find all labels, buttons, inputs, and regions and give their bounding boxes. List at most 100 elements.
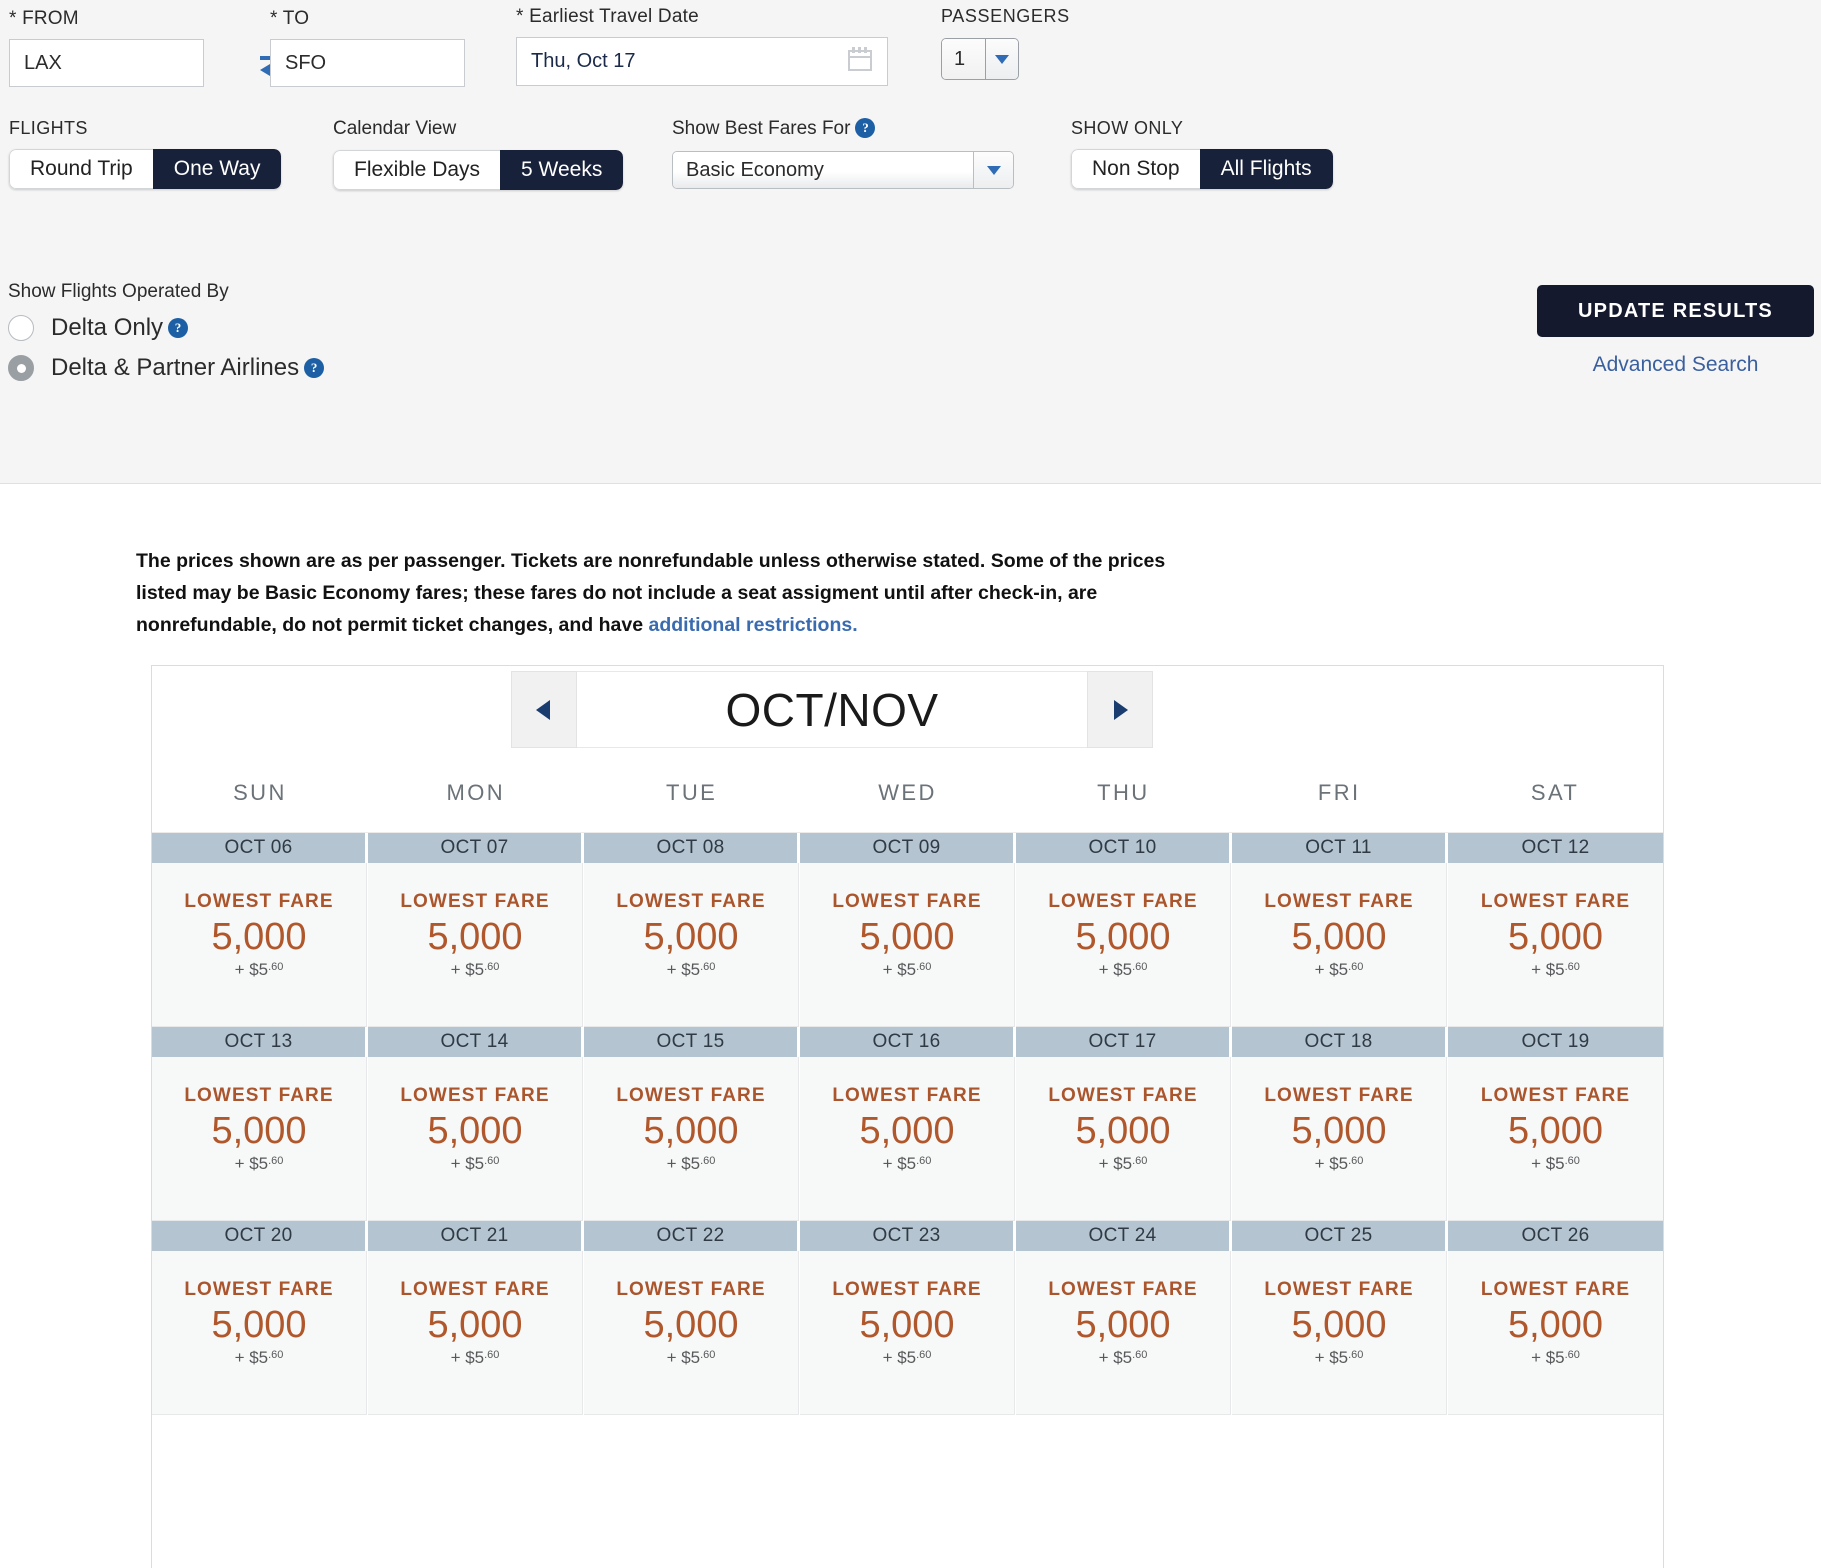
to-field-group: * TO SFO xyxy=(270,8,465,87)
lowest-fare-label: LOWEST FARE xyxy=(1480,1279,1631,1300)
radio-delta-only-label: Delta Only xyxy=(51,314,164,341)
chevron-down-icon[interactable] xyxy=(985,39,1018,79)
calendar-fare-cell[interactable]: LOWEST FARE 5,000 + $5.60 xyxy=(584,863,799,1027)
calendar-prev-button[interactable] xyxy=(511,671,577,748)
fare-taxes-value: + $5.60 xyxy=(584,1154,798,1174)
calendar-fare-cell[interactable]: LOWEST FARE 5,000 + $5.60 xyxy=(1232,863,1447,1027)
calendar-day-column: OCT 21 LOWEST FARE 5,000 + $5.60 xyxy=(368,1221,584,1415)
calendar-day-column: OCT 20 LOWEST FARE 5,000 + $5.60 xyxy=(152,1221,368,1415)
fare-taxes-dollars: + $5 xyxy=(882,960,917,979)
calendar-fare-cell[interactable]: LOWEST FARE 5,000 + $5.60 xyxy=(152,1057,367,1221)
to-label: * TO xyxy=(270,8,310,29)
calendar-fare-cell[interactable]: LOWEST FARE 5,000 + $5.60 xyxy=(1016,1251,1231,1415)
fare-taxes-dollars: + $5 xyxy=(450,960,485,979)
fare-taxes-cents: .60 xyxy=(700,1155,716,1167)
calendar-fare-cell[interactable]: LOWEST FARE 5,000 + $5.60 xyxy=(1448,1251,1663,1415)
best-fares-select[interactable]: Basic Economy xyxy=(672,151,1014,189)
calendar-fare-cell[interactable]: LOWEST FARE 5,000 + $5.60 xyxy=(152,1251,367,1415)
calendar-fare-cell[interactable]: LOWEST FARE 5,000 + $5.60 xyxy=(1016,1057,1231,1221)
calendar-date-band: OCT 13 xyxy=(152,1027,367,1057)
fare-taxes-value: + $5.60 xyxy=(368,1348,582,1368)
calendar-fare-cell[interactable]: LOWEST FARE 5,000 + $5.60 xyxy=(584,1057,799,1221)
calendar-fare-cell[interactable]: LOWEST FARE 5,000 + $5.60 xyxy=(1448,1057,1663,1221)
calendar-date-band: OCT 17 xyxy=(1016,1027,1231,1057)
calendar-fare-cell[interactable]: LOWEST FARE 5,000 + $5.60 xyxy=(152,863,367,1027)
lowest-fare-label: LOWEST FARE xyxy=(1480,1085,1631,1106)
calendar-fare-cell[interactable]: LOWEST FARE 5,000 + $5.60 xyxy=(368,863,583,1027)
fare-miles-value: 5,000 xyxy=(1291,916,1387,958)
delta-only-help-icon[interactable]: ? xyxy=(168,318,189,338)
calendar-day-column: OCT 07 LOWEST FARE 5,000 + $5.60 xyxy=(368,833,584,1027)
fare-taxes-value: + $5.60 xyxy=(1232,1348,1446,1368)
lowest-fare-label: LOWEST FARE xyxy=(1048,1085,1198,1106)
calendar-week-row: OCT 13 LOWEST FARE 5,000 + $5.60 OCT 14 LOWES… xyxy=(152,1027,1663,1221)
calendar-fare-cell[interactable]: LOWEST FARE 5,000 + $5.60 xyxy=(368,1057,583,1221)
update-results-button[interactable]: UPDATE RESULTS xyxy=(1537,285,1814,337)
to-input[interactable]: SFO xyxy=(270,39,465,87)
lowest-fare-label: LOWEST FARE xyxy=(832,1085,982,1106)
calendar-fare-cell[interactable]: LOWEST FARE 5,000 + $5.60 xyxy=(584,1251,799,1415)
calendar-fare-cell[interactable]: LOWEST FARE 5,000 + $5.60 xyxy=(1448,863,1663,1027)
calendar-view-option-flexible-days[interactable]: Flexible Days xyxy=(333,150,501,190)
flights-option-one-way[interactable]: One Way xyxy=(152,149,282,189)
lowest-fare-label: LOWEST FARE xyxy=(1048,1279,1198,1300)
from-label: * FROM xyxy=(9,8,79,29)
fare-taxes-value: + $5.60 xyxy=(1448,1154,1663,1174)
fare-taxes-dollars: + $5 xyxy=(450,1348,485,1367)
calendar-date-band: OCT 18 xyxy=(1232,1027,1447,1057)
fare-taxes-dollars: + $5 xyxy=(1098,1154,1133,1173)
date-field-group: * Earliest Travel Date Thu, Oct 17 xyxy=(516,6,888,86)
calendar-view-label: Calendar View xyxy=(333,118,457,139)
calendar-view-option-5-weeks[interactable]: 5 Weeks xyxy=(500,150,624,190)
calendar-date-band: OCT 22 xyxy=(584,1221,799,1251)
fare-taxes-dollars: + $5 xyxy=(234,960,269,979)
fare-taxes-value: + $5.60 xyxy=(152,1348,366,1368)
calendar-day-column: OCT 14 LOWEST FARE 5,000 + $5.60 xyxy=(368,1027,584,1221)
lowest-fare-label: LOWEST FARE xyxy=(1048,891,1198,912)
fare-taxes-dollars: + $5 xyxy=(1314,1154,1349,1173)
show-only-option-non-stop[interactable]: Non Stop xyxy=(1071,149,1200,189)
fare-taxes-dollars: + $5 xyxy=(234,1154,269,1173)
calendar-fare-cell[interactable]: LOWEST FARE 5,000 + $5.60 xyxy=(1232,1057,1447,1221)
radio-delta-only[interactable]: Delta Only ? xyxy=(8,314,324,342)
flights-segmented-control: Round Trip One Way xyxy=(9,149,282,189)
radio-delta-and-partner[interactable]: Delta & Partner Airlines ? xyxy=(8,354,325,382)
calendar-fare-cell[interactable]: LOWEST FARE 5,000 + $5.60 xyxy=(800,863,1015,1027)
radio-icon-checked[interactable] xyxy=(8,355,34,381)
passengers-label: PASSENGERS xyxy=(941,6,1070,26)
calendar-icon[interactable] xyxy=(846,45,874,78)
best-fares-label: Show Best Fares For xyxy=(672,118,851,139)
additional-restrictions-link[interactable]: additional restrictions. xyxy=(649,614,858,636)
calendar-next-button[interactable] xyxy=(1087,671,1153,748)
flights-option-round-trip[interactable]: Round Trip xyxy=(9,149,153,189)
fare-taxes-cents: .60 xyxy=(1564,961,1580,973)
chevron-down-icon[interactable] xyxy=(973,152,1013,188)
calendar-date-band: OCT 26 xyxy=(1448,1221,1663,1251)
fare-miles-value: 5,000 xyxy=(211,1110,307,1152)
radio-delta-and-partner-label: Delta & Partner Airlines xyxy=(51,354,300,381)
calendar-fare-cell[interactable]: LOWEST FARE 5,000 + $5.60 xyxy=(1232,1251,1447,1415)
best-fares-help-icon[interactable]: ? xyxy=(855,118,876,138)
from-input[interactable]: LAX xyxy=(9,39,204,87)
calendar-fare-cell[interactable]: LOWEST FARE 5,000 + $5.60 xyxy=(368,1251,583,1415)
calendar-fare-cell[interactable]: LOWEST FARE 5,000 + $5.60 xyxy=(1016,863,1231,1027)
calendar-fare-cell[interactable]: LOWEST FARE 5,000 + $5.60 xyxy=(800,1057,1015,1221)
delta-and-partner-help-icon[interactable]: ? xyxy=(304,358,325,378)
fare-miles-value: 5,000 xyxy=(643,916,739,958)
show-only-option-all-flights[interactable]: All Flights xyxy=(1199,149,1333,189)
lowest-fare-label: LOWEST FARE xyxy=(832,1279,982,1300)
fare-miles-value: 5,000 xyxy=(859,1110,955,1152)
calendar-week-row: OCT 20 LOWEST FARE 5,000 + $5.60 OCT 21 LOWES… xyxy=(152,1221,1663,1415)
calendar-day-column: OCT 25 LOWEST FARE 5,000 + $5.60 xyxy=(1232,1221,1448,1415)
calendar-day-column: OCT 11 LOWEST FARE 5,000 + $5.60 xyxy=(1232,833,1448,1027)
radio-icon-unchecked[interactable] xyxy=(8,315,34,341)
advanced-search-link[interactable]: Advanced Search xyxy=(1537,353,1814,377)
show-only-label: SHOW ONLY xyxy=(1071,118,1184,138)
fare-taxes-cents: .60 xyxy=(1348,961,1364,973)
flights-toggle-group: FLIGHTS Round Trip One Way xyxy=(9,118,282,189)
earliest-travel-date-input[interactable]: Thu, Oct 17 xyxy=(516,37,888,86)
calendar-fare-cell[interactable]: LOWEST FARE 5,000 + $5.60 xyxy=(800,1251,1015,1415)
fare-miles-value: 5,000 xyxy=(1507,1304,1604,1346)
passengers-select[interactable]: 1 xyxy=(941,38,1019,80)
fare-taxes-cents: .60 xyxy=(916,961,932,973)
